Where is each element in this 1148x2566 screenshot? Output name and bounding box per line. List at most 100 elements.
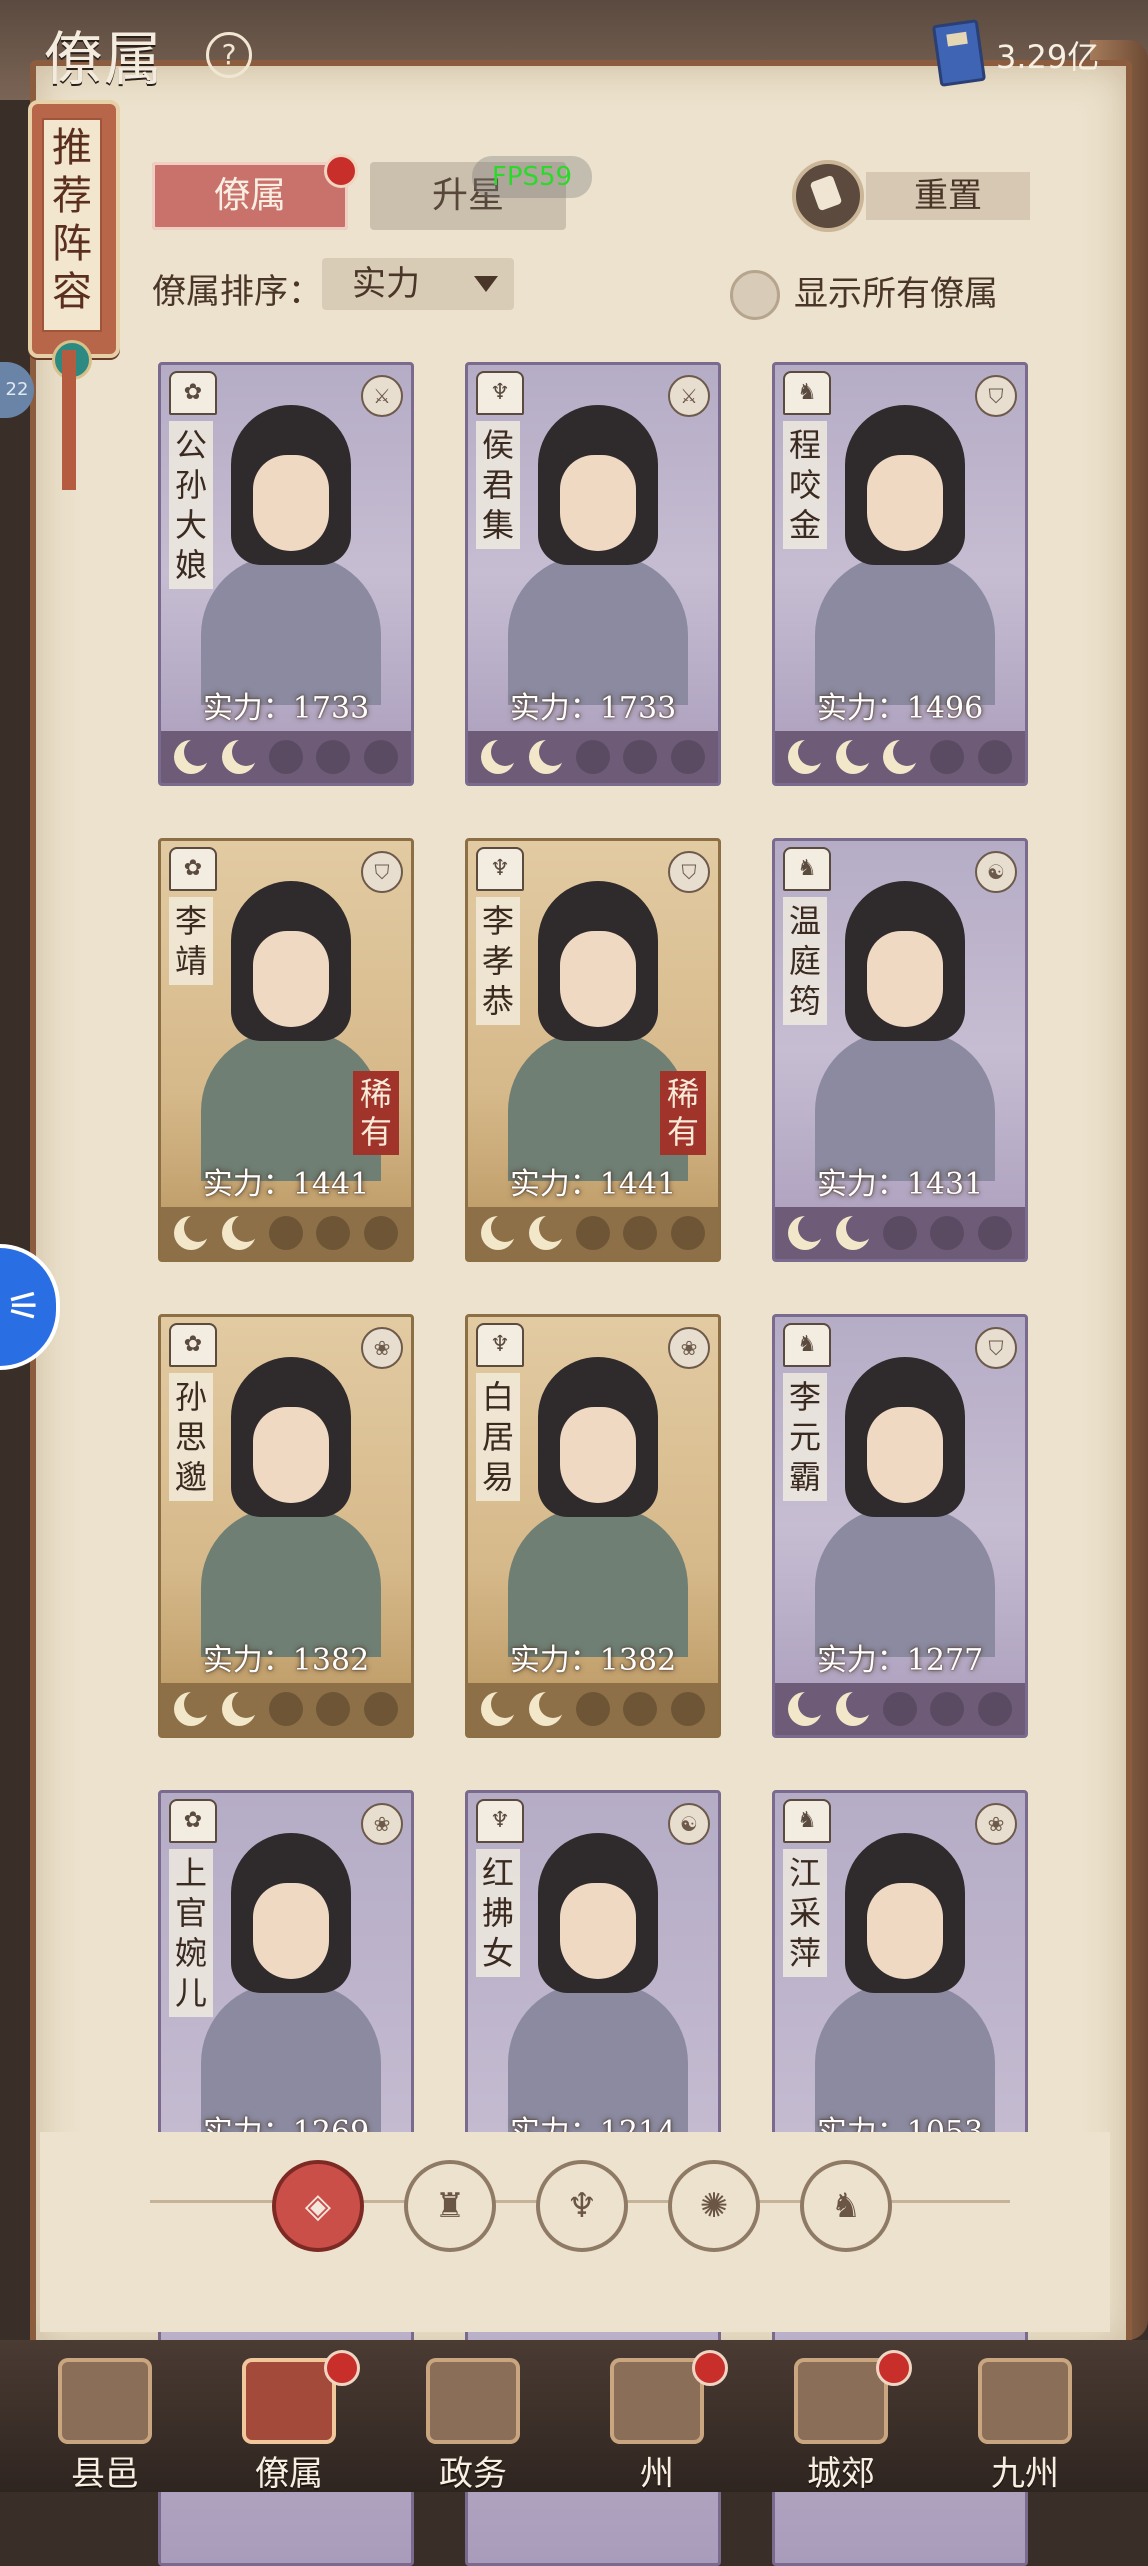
nav-label: 城郊 [807, 2454, 875, 2494]
power-value: 实力：1277 [816, 1643, 984, 1678]
retainer-name: 李靖 [169, 897, 213, 985]
nav-item[interactable]: 州 [582, 2350, 732, 2494]
class-icon: ✿ [169, 1799, 217, 1843]
currency-display[interactable]: 3.29亿 [931, 19, 1136, 87]
all-diamond-icon[interactable]: ◈ [272, 2160, 364, 2252]
nav-item[interactable]: 县邑 [30, 2350, 180, 2494]
retainer-name: 侯君集 [476, 421, 520, 549]
gourd-icon[interactable]: ♆ [536, 2160, 628, 2252]
retainer-name: 李孝恭 [476, 897, 520, 1025]
filter-bar: ◈ ♜ ♆ ✺ ♞ [150, 2160, 1010, 2252]
tassel [62, 350, 76, 490]
recommended-lineup-banner[interactable]: 推荐阵容 [22, 100, 120, 500]
portrait [815, 395, 995, 705]
shield-icon: ⛉ [668, 851, 710, 893]
nav-item[interactable]: 僚属 [214, 2350, 364, 2494]
helmet-icon[interactable]: ♜ [404, 2160, 496, 2252]
class-icon: ♆ [476, 371, 524, 415]
empty-star-slot [670, 740, 705, 774]
retainer-card[interactable]: ✿ ⛉ 李靖稀有实力：1441 [158, 838, 414, 1262]
nav-art-icon [794, 2358, 888, 2444]
empty-star-slot [623, 1216, 658, 1250]
moon-star-icon [528, 738, 567, 774]
portrait [201, 1823, 381, 2133]
retainer-card[interactable]: ♆ ⛉ 李孝恭稀有实力：1441 [465, 838, 721, 1262]
empty-star-slot [882, 1216, 917, 1250]
show-all-toggle[interactable] [730, 270, 780, 320]
empty-star-slot [575, 740, 610, 774]
retainer-card[interactable]: ✿ ⚔ 公孙大娘实力：1733 [158, 362, 414, 786]
moon-star-icon [882, 738, 921, 774]
empty-star-slot [670, 1216, 705, 1250]
moon-star-icon [481, 1690, 520, 1726]
tab-retainers[interactable]: 僚属 [152, 162, 348, 230]
class-icon: ✿ [169, 371, 217, 415]
power-value: 实力：1733 [509, 691, 677, 726]
nav-item[interactable]: 城郊 [766, 2350, 916, 2494]
power-value: 实力：1431 [816, 1167, 984, 1202]
retainer-card[interactable]: ✿ ❀ 孙思邈实力：1382 [158, 1314, 414, 1738]
empty-star-slot [882, 1692, 917, 1726]
moon-star-icon [528, 1690, 567, 1726]
power-value: 实力：1441 [202, 1167, 370, 1202]
retainer-name: 李元霸 [783, 1373, 827, 1501]
class-icon: ♞ [783, 1323, 831, 1367]
moon-star-icon [788, 1690, 827, 1726]
empty-star-slot [623, 740, 658, 774]
sort-dropdown[interactable]: 实力 [322, 258, 514, 310]
retainer-name: 公孙大娘 [169, 421, 213, 589]
nav-item[interactable]: 政务 [398, 2350, 548, 2494]
portrait [815, 1823, 995, 2133]
moon-star-icon [835, 1690, 874, 1726]
question-mark-icon[interactable]: ? [206, 32, 252, 78]
moon-star-icon [221, 1214, 260, 1250]
retainer-name: 红拂女 [476, 1849, 520, 1977]
moon-star-icon [221, 738, 260, 774]
portrait [815, 871, 995, 1181]
retainer-card[interactable]: ♆ ❀ 白居易实力：1382 [465, 1314, 721, 1738]
empty-star-slot [316, 1216, 351, 1250]
horse-icon[interactable]: ♞ [800, 2160, 892, 2252]
empty-star-slot [316, 1692, 351, 1726]
nav-art-icon [242, 2358, 336, 2444]
portrait [508, 395, 688, 705]
lotus-icon: ❀ [361, 1803, 403, 1845]
sort-value: 实力 [352, 264, 420, 304]
retainer-card[interactable]: ♞ ☯ 温庭筠实力：1431 [772, 838, 1028, 1262]
power-value: 实力：1382 [509, 1643, 677, 1678]
retainer-card[interactable]: ♞ ⛉ 李元霸实力：1277 [772, 1314, 1028, 1738]
rare-badge: 稀有 [353, 1071, 399, 1155]
portrait [815, 1347, 995, 1657]
star-row [775, 731, 1025, 783]
retainer-card[interactable]: ♆ ⚔ 侯君集实力：1733 [465, 362, 721, 786]
moon-star-icon [221, 1690, 260, 1726]
moon-star-icon [174, 738, 213, 774]
reset-button[interactable]: 重置 [792, 160, 1042, 232]
notice-dot [324, 2350, 360, 2386]
class-icon: ♞ [783, 1799, 831, 1843]
moon-star-icon [174, 1214, 213, 1250]
nav-label: 州 [640, 2454, 674, 2494]
retainer-name: 江采萍 [783, 1849, 827, 1977]
empty-star-slot [363, 740, 398, 774]
sword-icon: ⚔ [668, 375, 710, 417]
retainer-card[interactable]: ♞ ⛉ 程咬金实力：1496 [772, 362, 1028, 786]
moon-star-icon [788, 738, 827, 774]
star-row [468, 1683, 718, 1735]
retainer-name: 孙思邈 [169, 1373, 213, 1501]
rare-badge: 稀有 [660, 1071, 706, 1155]
fan-icon[interactable]: ✺ [668, 2160, 760, 2252]
class-icon: ✿ [169, 847, 217, 891]
yin-yang-icon: ☯ [668, 1803, 710, 1845]
nav-label: 九州 [991, 2454, 1059, 2494]
moon-star-icon [835, 738, 874, 774]
nav-item[interactable]: 九州 [950, 2350, 1100, 2494]
currency-amount: 3.29亿 [996, 38, 1100, 76]
empty-star-slot [623, 1692, 658, 1726]
moon-star-icon [481, 1214, 520, 1250]
lotus-icon: ❀ [668, 1327, 710, 1369]
empty-star-slot [363, 1692, 398, 1726]
empty-star-slot [977, 740, 1012, 774]
moon-star-icon [835, 1214, 874, 1250]
power-value: 实力：1382 [202, 1643, 370, 1678]
